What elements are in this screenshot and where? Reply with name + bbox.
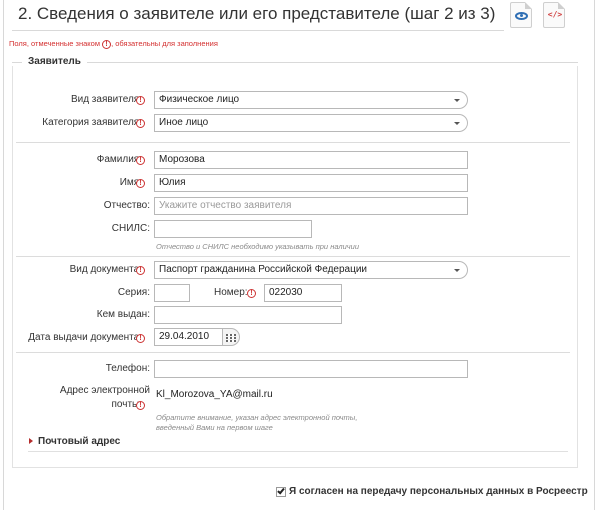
issue-date-input[interactable]: 29.04.2010	[154, 328, 224, 346]
email-hint-line1: Обратите внимание, указан адрес электрон…	[156, 413, 358, 422]
calendar-icon	[226, 333, 236, 342]
snils-label: СНИЛС:	[111, 223, 150, 234]
first-name-input[interactable]: Юлия	[154, 174, 468, 192]
email-hint-line2: введенный Вами на первом шаге	[156, 423, 273, 432]
snils-hint: Отчество и СНИЛС необходимо указывать пр…	[156, 242, 360, 251]
required-mark-icon: !	[102, 39, 112, 49]
section-top-border	[12, 62, 578, 63]
consent-label[interactable]: Я согласен на передачу персональных данн…	[289, 486, 588, 497]
required-note-before: Поля, отмеченные знаком	[9, 39, 100, 48]
number-label: Номер:	[214, 287, 248, 298]
xml-view-button[interactable]: </>	[543, 2, 565, 28]
document-type-label: Вид документа:	[69, 264, 142, 275]
issue-date-label: Дата выдачи документа:	[28, 332, 142, 343]
applicant-type-select[interactable]: Физическое лицо	[154, 91, 468, 109]
phone-label: Телефон:	[105, 363, 150, 374]
required-fields-note: Поля, отмеченные знаком !, обязательны д…	[9, 39, 218, 49]
required-mark-icon: !	[136, 334, 145, 343]
required-mark-icon: !	[136, 119, 145, 128]
required-mark-icon: !	[136, 179, 145, 188]
required-mark-icon: !	[136, 266, 145, 275]
last-name-input[interactable]: Морозова	[154, 151, 468, 169]
code-icon: </>	[547, 10, 563, 19]
caret-right-icon	[29, 438, 33, 444]
series-label: Серия:	[117, 287, 150, 298]
issued-by-label: Кем выдан:	[96, 309, 150, 320]
preview-button[interactable]	[510, 2, 532, 28]
applicant-category-select[interactable]: Иное лицо	[154, 114, 468, 132]
divider	[16, 352, 570, 353]
number-input[interactable]: 022030	[264, 284, 342, 302]
issued-by-input[interactable]	[154, 306, 342, 324]
required-note-after: обязательны для заполнения	[115, 39, 218, 48]
document-type-select[interactable]: Паспорт гражданина Российской Федерации	[154, 261, 468, 279]
page-title: 2. Сведения о заявителе или его представ…	[18, 4, 496, 23]
checkmark-icon	[277, 486, 285, 495]
required-mark-icon: !	[136, 96, 145, 105]
email-value: Kl_Morozova_YA@mail.ru	[156, 389, 273, 400]
required-mark-icon: !	[136, 156, 145, 165]
eye-icon	[515, 12, 528, 20]
patronymic-label: Отчество:	[103, 200, 150, 211]
divider	[16, 142, 570, 143]
email-label-line1: Адрес электронной	[59, 385, 150, 396]
series-input[interactable]	[154, 284, 190, 302]
applicant-type-label: Вид заявителя:	[70, 94, 142, 105]
required-mark-icon: !	[247, 289, 256, 298]
patronymic-input[interactable]: Укажите отчество заявителя	[154, 197, 468, 215]
applicant-legend: Заявитель	[22, 56, 87, 67]
applicant-category-label: Категория заявителя:	[42, 117, 142, 128]
postal-divider	[28, 451, 568, 452]
divider	[16, 256, 570, 257]
postal-address-toggle[interactable]: Почтовый адрес	[38, 436, 120, 447]
calendar-button[interactable]	[222, 328, 240, 346]
consent-checkbox[interactable]	[276, 486, 286, 497]
required-mark-icon: !	[136, 401, 145, 410]
snils-input[interactable]	[154, 220, 312, 238]
phone-input[interactable]	[154, 360, 468, 378]
header-divider	[12, 30, 504, 31]
